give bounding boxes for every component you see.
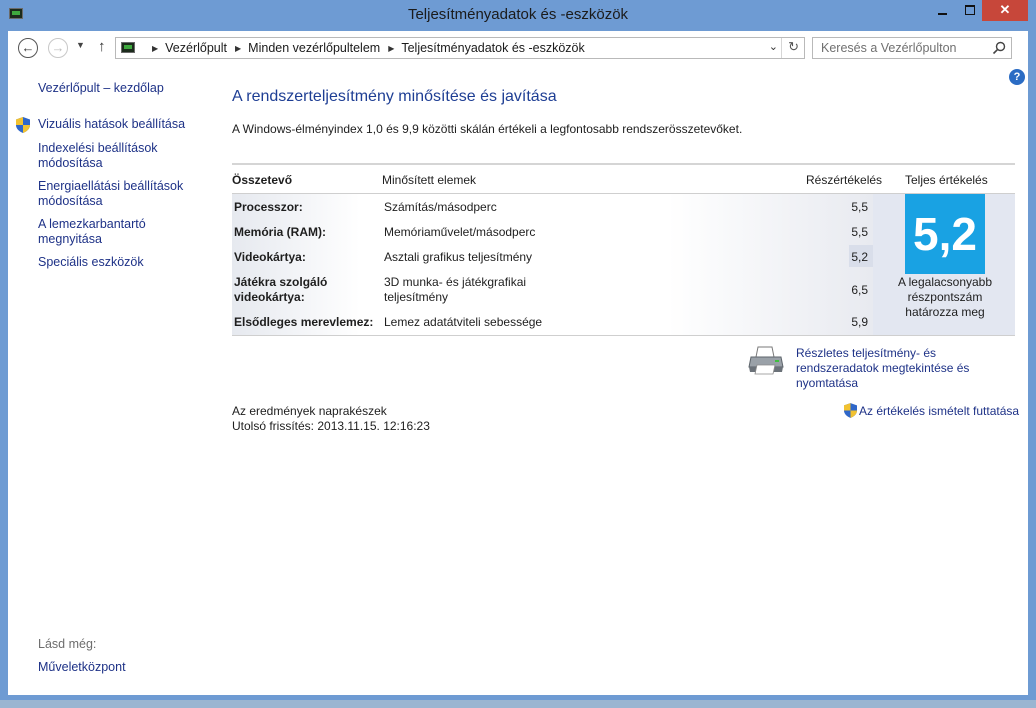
maximize-icon [965,5,975,15]
chevron-down-icon: ▼ [76,40,85,50]
last-update-text: Utolsó frissítés: 2013.11.15. 12:16:23 [232,419,430,433]
close-button[interactable]: ✕ [982,0,1028,21]
table-row-component: Játékra szolgáló videokártya: [234,275,328,304]
table-row-subscore: 5,5 [851,225,868,239]
breadcrumb-item[interactable]: Vezérlőpult [165,41,227,55]
desktop-background [0,700,1036,708]
navigation-bar: ← → ▼ ↑ ▶ Vezérlőpult ▶ Minden vezérlőpulte… [8,31,1028,65]
search-input[interactable] [813,38,983,58]
table-row-subscore: 5,5 [851,200,868,214]
rerun-assessment-label: Az értékelés ismételt futtatása [859,404,1020,418]
table-row-component: Videokártya: [234,250,306,264]
column-header-base-score: Teljes értékelés [905,173,988,187]
rerun-assessment-link[interactable]: Az értékelés ismételt futtatása [844,403,1019,418]
detailed-report-link[interactable]: Részletes teljesítmény- és rendszeradato… [796,346,1021,391]
sidebar-item-home[interactable]: Vezérlőpult – kezdőlap [38,81,188,96]
table-row-subscore: 6,5 [851,283,868,297]
control-panel-icon [121,42,135,53]
breadcrumb: ▶ Vezérlőpult ▶ Minden vezérlőpultelem ▶ Telj… [144,41,585,55]
divider [232,335,1015,336]
table-row-component: Elsődleges merevlemez: [234,315,374,329]
sidebar-item-disk-cleanup[interactable]: A lemezkarbantartó megnyitása [38,217,188,247]
see-also-label: Lásd még: [38,637,97,651]
up-button[interactable]: ↑ [98,38,106,55]
arrow-left-icon: ← [21,40,35,55]
table-row-subscore: 5,9 [851,315,868,329]
table-row-item: Asztali grafikus teljesítmény [384,250,533,264]
sidebar-item-advanced-tools[interactable]: Speciális eszközök [38,255,188,270]
recent-pages-button[interactable]: ▼ [76,40,85,50]
table-row-component: Memória (RAM): [234,225,326,239]
sidebar-item-power[interactable]: Energiaellátási beállítások módosítása [38,179,188,209]
title-bar[interactable]: Teljesítményadatok és -eszközök ✕ [0,0,1036,30]
help-icon[interactable]: ? [1009,69,1025,85]
breadcrumb-item[interactable]: Minden vezérlőpultelem [248,41,380,55]
chevron-down-icon: ⌄ [768,41,778,53]
base-score-tile: 5,2 [905,194,985,274]
chevron-right-icon[interactable]: ▶ [388,44,394,53]
refresh-icon: ↻ [788,39,799,54]
search-box [812,37,1012,59]
sidebar-item-visual-effects[interactable]: Vizuális hatások beállítása [38,117,188,132]
client-area: ← → ▼ ↑ ▶ Vezérlőpult ▶ Minden vezérlőpulte… [8,31,1028,695]
window-title: Teljesítményadatok és -eszközök [407,6,629,23]
table-body-background [232,194,873,335]
back-button[interactable]: ← [18,38,38,58]
shield-icon [16,117,30,133]
chevron-right-icon[interactable]: ▶ [235,44,241,53]
table-row-item: Számítás/másodperc [384,200,497,214]
minimize-button[interactable] [928,0,956,21]
arrow-up-icon: ↑ [98,38,106,55]
column-header-subscore: Részértékelés [806,173,883,187]
table-row-component: Processzor: [234,200,303,214]
column-header-rated-items: Minősített elemek [382,173,477,187]
status-text: Az eredmények naprakészek [232,404,387,418]
divider [232,163,1015,165]
refresh-button[interactable]: ↻ [788,39,799,55]
arrow-right-icon: → [51,40,65,55]
action-center-link[interactable]: Műveletközpont [38,660,126,674]
base-score-caption: A legalacsonyabb részpontszám határozza … [897,275,993,319]
breadcrumb-item[interactable]: Teljesítményadatok és -eszközök [401,41,584,55]
forward-button[interactable]: → [48,38,68,58]
search-icon[interactable] [991,40,1007,56]
sidebar: Vezérlőpult – kezdőlap Vizuális hatások … [8,65,213,695]
table-row-item: Memóriaművelet/másodperc [384,225,536,239]
table-row-item: 3D munka- és játékgrafikai teljesítmény [384,275,527,304]
address-dropdown-button[interactable]: ⌄ [769,40,778,53]
divider [781,38,782,58]
printer-icon[interactable] [748,345,784,375]
shield-icon [844,403,857,418]
address-bar[interactable]: ▶ Vezérlőpult ▶ Minden vezérlőpultelem ▶ Telj… [115,37,805,59]
maximize-button[interactable] [956,0,984,21]
table-row-subscore: 5,2 [851,250,868,264]
sidebar-item-indexing[interactable]: Indexelési beállítások módosítása [38,141,188,171]
page-title: A rendszerteljesítmény minősítése és jav… [232,88,557,105]
chevron-right-icon[interactable]: ▶ [152,44,158,53]
page-description: A Windows-élményindex 1,0 és 9,9 közötti… [232,122,743,136]
close-icon: ✕ [999,2,1011,17]
minimize-icon [937,13,947,15]
column-header-component: Összetevő [232,173,293,187]
score-table: Összetevő Minősített elemek Részértékelé… [232,163,1015,337]
table-row-item: Lemez adatátviteli sebessége [384,315,543,329]
window-frame: Teljesítményadatok és -eszközök ✕ ← → ▼ … [0,0,1036,700]
